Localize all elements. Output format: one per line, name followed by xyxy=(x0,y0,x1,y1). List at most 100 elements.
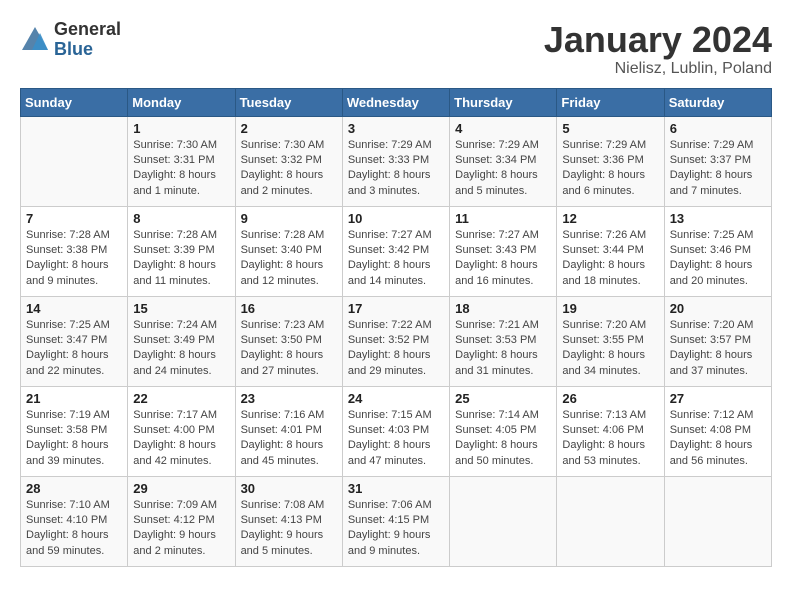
page-header: General Blue January 2024 Nielisz, Lubli… xyxy=(20,20,772,78)
day-number: 17 xyxy=(348,301,444,316)
day-cell: 23Sunrise: 7:16 AMSunset: 4:01 PMDayligh… xyxy=(235,386,342,476)
header-cell-monday: Monday xyxy=(128,88,235,116)
day-detail: Sunrise: 7:25 AMSunset: 3:46 PMDaylight:… xyxy=(670,228,766,290)
day-detail: Sunrise: 7:25 AMSunset: 3:47 PMDaylight:… xyxy=(26,318,122,380)
header-cell-tuesday: Tuesday xyxy=(235,88,342,116)
day-number: 9 xyxy=(241,211,337,226)
day-number: 29 xyxy=(133,481,229,496)
logo-icon xyxy=(20,25,50,55)
header-row: SundayMondayTuesdayWednesdayThursdayFrid… xyxy=(21,88,772,116)
day-cell: 29 Sunrise: 7:09 AMSunset: 4:12 PMDayligh… xyxy=(128,476,235,566)
day-detail: Sunrise: 7:16 AMSunset: 4:01 PMDaylight:… xyxy=(241,408,337,470)
day-number: 24 xyxy=(348,391,444,406)
day-detail: Sunrise: 7:30 AMSunset: 3:32 PMDaylight:… xyxy=(241,138,337,200)
day-detail: Sunrise: 7:12 AMSunset: 4:08 PMDaylight:… xyxy=(670,408,766,470)
day-cell: 10 Sunrise: 7:27 AMSunset: 3:42 PMDayligh… xyxy=(342,206,449,296)
day-detail: Sunrise: 7:17 AMSunset: 4:00 PMDaylight:… xyxy=(133,408,229,470)
day-cell: 26Sunrise: 7:13 AMSunset: 4:06 PMDayligh… xyxy=(557,386,664,476)
day-cell: 31 Sunrise: 7:06 AMSunset: 4:15 PMDayligh… xyxy=(342,476,449,566)
day-detail: Sunrise: 7:28 AMSunset: 3:39 PMDaylight:… xyxy=(133,228,229,290)
day-number: 12 xyxy=(562,211,658,226)
day-number: 1 xyxy=(133,121,229,136)
day-cell xyxy=(557,476,664,566)
day-cell: 19Sunrise: 7:20 AMSunset: 3:55 PMDayligh… xyxy=(557,296,664,386)
day-cell xyxy=(450,476,557,566)
day-cell: 28Sunrise: 7:10 AMSunset: 4:10 PMDayligh… xyxy=(21,476,128,566)
day-cell: 18Sunrise: 7:21 AMSunset: 3:53 PMDayligh… xyxy=(450,296,557,386)
day-detail: Sunrise: 7:29 AMSunset: 3:37 PMDaylight:… xyxy=(670,138,766,200)
location-subtitle: Nielisz, Lublin, Poland xyxy=(544,60,772,78)
day-cell: 25 Sunrise: 7:14 AMSunset: 4:05 PMDayligh… xyxy=(450,386,557,476)
day-number: 5 xyxy=(562,121,658,136)
day-detail: Sunrise: 7:20 AMSunset: 3:57 PMDaylight:… xyxy=(670,318,766,380)
day-cell: 12 Sunrise: 7:26 AMSunset: 3:44 PMDayligh… xyxy=(557,206,664,296)
day-detail: Sunrise: 7:09 AMSunset: 4:12 PMDaylight:… xyxy=(133,498,229,560)
day-number: 2 xyxy=(241,121,337,136)
day-number: 7 xyxy=(26,211,122,226)
logo-text: General Blue xyxy=(54,20,121,60)
week-row-5: 28Sunrise: 7:10 AMSunset: 4:10 PMDayligh… xyxy=(21,476,772,566)
day-detail: Sunrise: 7:30 AMSunset: 3:31 PMDaylight:… xyxy=(133,138,229,200)
day-cell: 2 Sunrise: 7:30 AMSunset: 3:32 PMDaylight… xyxy=(235,116,342,206)
day-cell: 3 Sunrise: 7:29 AMSunset: 3:33 PMDaylight… xyxy=(342,116,449,206)
day-detail: Sunrise: 7:19 AMSunset: 3:58 PMDaylight:… xyxy=(26,408,122,470)
day-number: 30 xyxy=(241,481,337,496)
day-number: 10 xyxy=(348,211,444,226)
header-cell-friday: Friday xyxy=(557,88,664,116)
day-cell: 4Sunrise: 7:29 AMSunset: 3:34 PMDaylight… xyxy=(450,116,557,206)
day-cell: 9 Sunrise: 7:28 AMSunset: 3:40 PMDaylight… xyxy=(235,206,342,296)
day-number: 25 xyxy=(455,391,551,406)
day-cell: 15 Sunrise: 7:24 AMSunset: 3:49 PMDayligh… xyxy=(128,296,235,386)
day-detail: Sunrise: 7:27 AMSunset: 3:42 PMDaylight:… xyxy=(348,228,444,290)
day-detail: Sunrise: 7:14 AMSunset: 4:05 PMDaylight:… xyxy=(455,408,551,470)
day-number: 21 xyxy=(26,391,122,406)
day-detail: Sunrise: 7:24 AMSunset: 3:49 PMDaylight:… xyxy=(133,318,229,380)
day-detail: Sunrise: 7:06 AMSunset: 4:15 PMDaylight:… xyxy=(348,498,444,560)
day-cell: 7 Sunrise: 7:28 AMSunset: 3:38 PMDaylight… xyxy=(21,206,128,296)
header-cell-sunday: Sunday xyxy=(21,88,128,116)
day-number: 14 xyxy=(26,301,122,316)
day-cell xyxy=(21,116,128,206)
day-cell: 20 Sunrise: 7:20 AMSunset: 3:57 PMDayligh… xyxy=(664,296,771,386)
day-number: 11 xyxy=(455,211,551,226)
week-row-1: 1 Sunrise: 7:30 AMSunset: 3:31 PMDaylight… xyxy=(21,116,772,206)
day-cell: 24Sunrise: 7:15 AMSunset: 4:03 PMDayligh… xyxy=(342,386,449,476)
week-row-2: 7 Sunrise: 7:28 AMSunset: 3:38 PMDaylight… xyxy=(21,206,772,296)
header-cell-thursday: Thursday xyxy=(450,88,557,116)
day-number: 13 xyxy=(670,211,766,226)
day-cell xyxy=(664,476,771,566)
day-number: 8 xyxy=(133,211,229,226)
day-number: 15 xyxy=(133,301,229,316)
day-detail: Sunrise: 7:23 AMSunset: 3:50 PMDaylight:… xyxy=(241,318,337,380)
day-detail: Sunrise: 7:28 AMSunset: 3:40 PMDaylight:… xyxy=(241,228,337,290)
week-row-3: 14 Sunrise: 7:25 AMSunset: 3:47 PMDayligh… xyxy=(21,296,772,386)
day-detail: Sunrise: 7:20 AMSunset: 3:55 PMDaylight:… xyxy=(562,318,658,380)
day-detail: Sunrise: 7:28 AMSunset: 3:38 PMDaylight:… xyxy=(26,228,122,290)
day-cell: 1 Sunrise: 7:30 AMSunset: 3:31 PMDaylight… xyxy=(128,116,235,206)
week-row-4: 21 Sunrise: 7:19 AMSunset: 3:58 PMDayligh… xyxy=(21,386,772,476)
day-number: 3 xyxy=(348,121,444,136)
day-cell: 27Sunrise: 7:12 AMSunset: 4:08 PMDayligh… xyxy=(664,386,771,476)
day-cell: 16Sunrise: 7:23 AMSunset: 3:50 PMDayligh… xyxy=(235,296,342,386)
day-number: 20 xyxy=(670,301,766,316)
header-cell-saturday: Saturday xyxy=(664,88,771,116)
day-cell: 21 Sunrise: 7:19 AMSunset: 3:58 PMDayligh… xyxy=(21,386,128,476)
day-number: 31 xyxy=(348,481,444,496)
day-detail: Sunrise: 7:22 AMSunset: 3:52 PMDaylight:… xyxy=(348,318,444,380)
header-cell-wednesday: Wednesday xyxy=(342,88,449,116)
day-detail: Sunrise: 7:26 AMSunset: 3:44 PMDaylight:… xyxy=(562,228,658,290)
day-number: 18 xyxy=(455,301,551,316)
day-detail: Sunrise: 7:10 AMSunset: 4:10 PMDaylight:… xyxy=(26,498,122,560)
logo-blue: Blue xyxy=(54,40,121,60)
day-detail: Sunrise: 7:13 AMSunset: 4:06 PMDaylight:… xyxy=(562,408,658,470)
calendar-header: SundayMondayTuesdayWednesdayThursdayFrid… xyxy=(21,88,772,116)
logo-general: General xyxy=(54,20,121,40)
day-cell: 11Sunrise: 7:27 AMSunset: 3:43 PMDayligh… xyxy=(450,206,557,296)
day-detail: Sunrise: 7:29 AMSunset: 3:33 PMDaylight:… xyxy=(348,138,444,200)
day-cell: 8 Sunrise: 7:28 AMSunset: 3:39 PMDaylight… xyxy=(128,206,235,296)
day-cell: 13 Sunrise: 7:25 AMSunset: 3:46 PMDayligh… xyxy=(664,206,771,296)
day-detail: Sunrise: 7:29 AMSunset: 3:34 PMDaylight:… xyxy=(455,138,551,200)
day-cell: 22Sunrise: 7:17 AMSunset: 4:00 PMDayligh… xyxy=(128,386,235,476)
title-area: January 2024 Nielisz, Lublin, Poland xyxy=(544,20,772,78)
day-detail: Sunrise: 7:29 AMSunset: 3:36 PMDaylight:… xyxy=(562,138,658,200)
